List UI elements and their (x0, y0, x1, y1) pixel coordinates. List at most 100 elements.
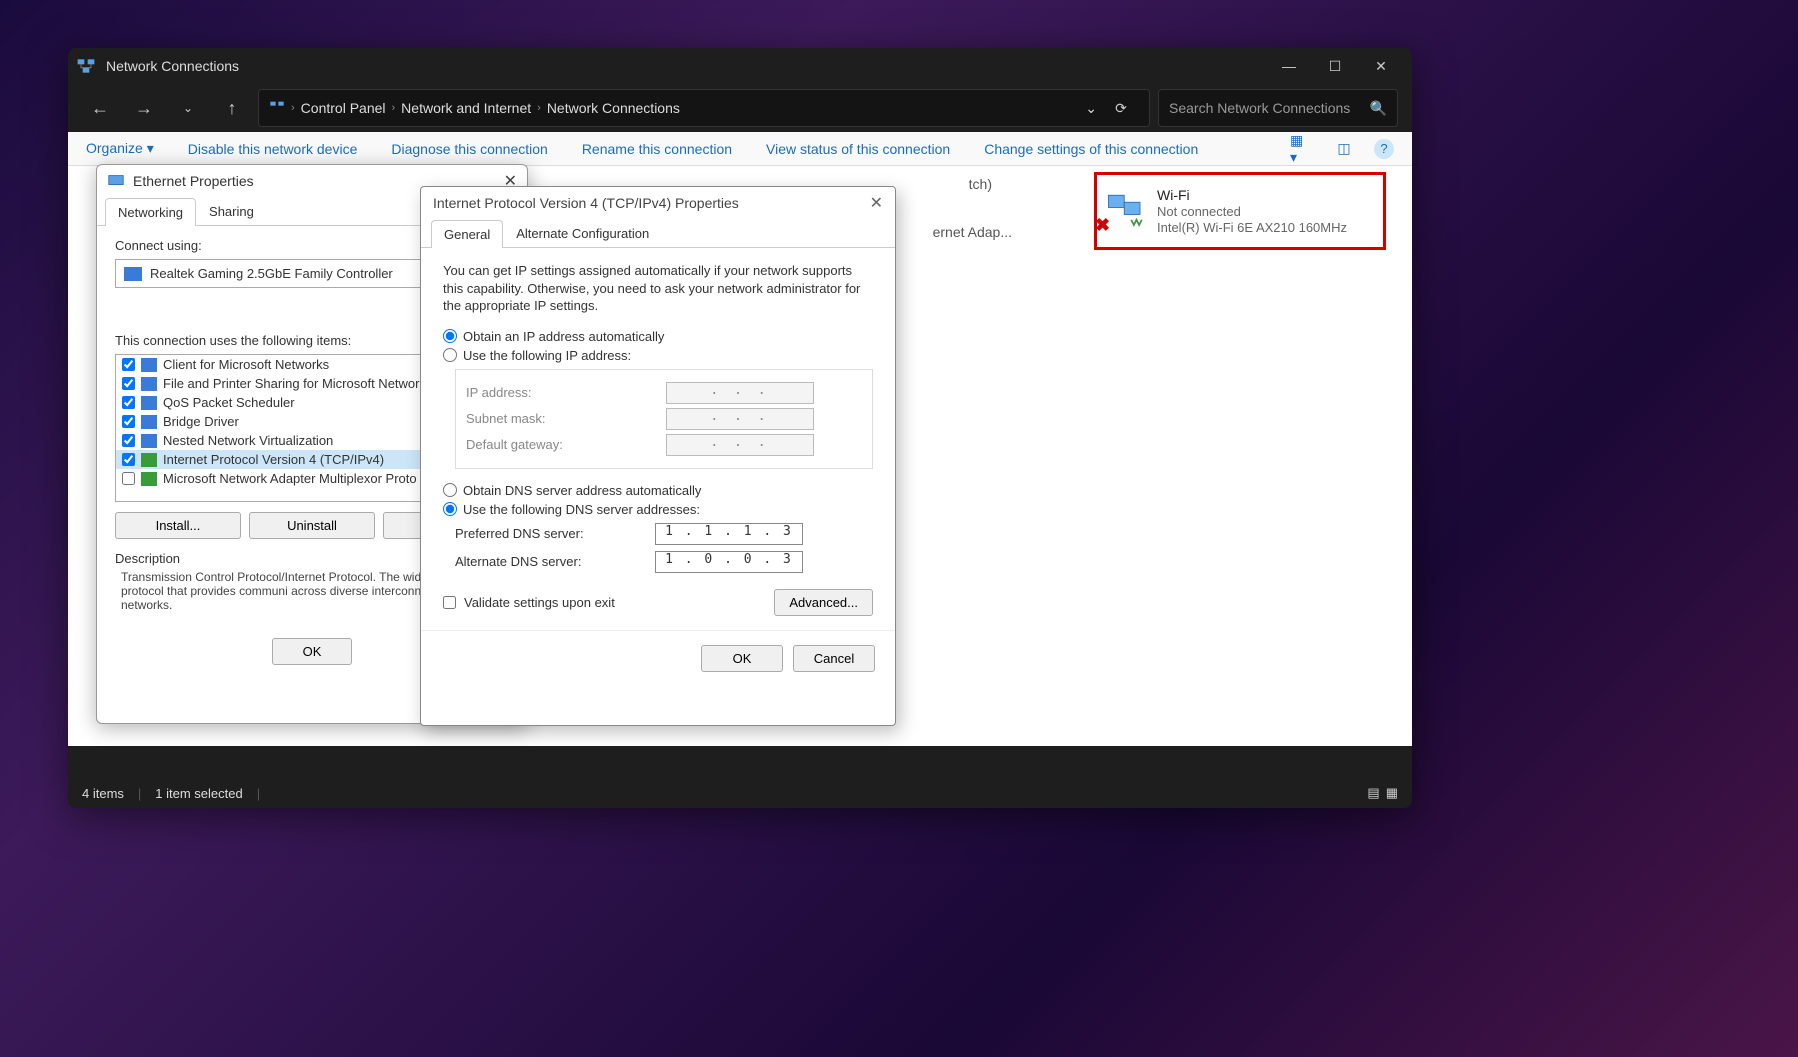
validate-label: Validate settings upon exit (464, 595, 615, 610)
protocol-icon (141, 415, 157, 429)
wifi-status: Not connected (1157, 204, 1347, 219)
tab-networking[interactable]: Networking (105, 198, 196, 226)
status-divider: | (257, 786, 260, 801)
wifi-name: Wi-Fi (1157, 187, 1347, 203)
radio-input[interactable] (443, 329, 457, 343)
chevron-right-icon: › (537, 102, 541, 114)
wifi-adapter-item[interactable]: ✖ Wi-Fi Not connected Intel(R) Wi-Fi 6E … (1094, 172, 1386, 250)
item-label: Bridge Driver (163, 414, 239, 429)
preview-pane-button[interactable]: ◫ (1332, 137, 1356, 161)
breadcrumb-root[interactable]: Control Panel (301, 100, 386, 116)
toolbar: Organize ▾ Disable this network device D… (68, 132, 1412, 166)
protocol-icon (141, 434, 157, 448)
status-item-count: 4 items (82, 786, 124, 801)
item-label: Nested Network Virtualization (163, 433, 333, 448)
alt-dns-label: Alternate DNS server: (455, 554, 655, 569)
validate-checkbox[interactable] (443, 596, 456, 609)
nav-row: ← → ⌄ ↑ › Control Panel › Network and In… (68, 84, 1412, 132)
radio-input[interactable] (443, 348, 457, 362)
refresh-button[interactable]: ⟳ (1103, 90, 1139, 126)
ok-button[interactable]: OK (701, 645, 783, 672)
tab-alternate[interactable]: Alternate Configuration (503, 219, 662, 247)
change-settings-link[interactable]: Change settings of this connection (984, 141, 1198, 157)
wifi-adapter: Intel(R) Wi-Fi 6E AX210 160MHz (1157, 220, 1347, 235)
tab-general[interactable]: General (431, 220, 503, 248)
install-button[interactable]: Install... (115, 512, 241, 539)
disable-device-link[interactable]: Disable this network device (188, 141, 358, 157)
search-placeholder: Search Network Connections (1169, 100, 1350, 116)
tabs: General Alternate Configuration (421, 219, 895, 248)
close-button[interactable]: ✕ (870, 193, 883, 213)
help-button[interactable]: ? (1374, 139, 1394, 159)
item-label: File and Printer Sharing for Microsoft N… (163, 376, 426, 391)
organize-menu[interactable]: Organize ▾ (86, 140, 154, 157)
view-status-link[interactable]: View status of this connection (766, 141, 950, 157)
tab-sharing[interactable]: Sharing (196, 197, 267, 225)
up-button[interactable]: ↑ (214, 90, 250, 126)
item-checkbox[interactable] (122, 377, 135, 390)
gateway-input: . . . (666, 434, 814, 456)
uninstall-button[interactable]: Uninstall (249, 512, 375, 539)
radio-input[interactable] (443, 483, 457, 497)
network-icon (76, 56, 96, 76)
chevron-down-icon[interactable]: ⌄ (1085, 100, 1097, 117)
protocol-icon (141, 453, 157, 467)
back-button[interactable]: ← (82, 90, 118, 126)
close-button[interactable]: ✕ (1358, 48, 1404, 84)
chevron-right-icon: › (291, 102, 295, 114)
search-input[interactable]: Search Network Connections 🔍 (1158, 89, 1398, 127)
cancel-button[interactable]: Cancel (793, 645, 875, 672)
dns-manual-radio[interactable]: Use the following DNS server addresses: (443, 502, 873, 517)
rename-link[interactable]: Rename this connection (582, 141, 732, 157)
protocol-icon (141, 377, 157, 391)
recent-button[interactable]: ⌄ (170, 90, 206, 126)
address-bar[interactable]: › Control Panel › Network and Internet ›… (258, 89, 1150, 127)
item-label: Microsoft Network Adapter Multiplexor Pr… (163, 471, 417, 486)
ip-auto-radio[interactable]: Obtain an IP address automatically (443, 329, 873, 344)
breadcrumb-leaf[interactable]: Network Connections (547, 100, 680, 116)
partial-adapter-text: tch) (969, 176, 992, 192)
minimize-button[interactable]: — (1266, 48, 1312, 84)
ip-manual-radio[interactable]: Use the following IP address: (443, 348, 873, 363)
dialog-title: Ethernet Properties (133, 173, 254, 189)
subnet-label: Subnet mask: (466, 411, 666, 426)
network-icon (269, 99, 285, 118)
forward-button[interactable]: → (126, 90, 162, 126)
dialog-title: Internet Protocol Version 4 (TCP/IPv4) P… (433, 195, 739, 211)
protocol-icon (141, 358, 157, 372)
view-options-button[interactable]: ▦ ▾ (1290, 137, 1314, 161)
advanced-button[interactable]: Advanced... (774, 589, 873, 616)
item-checkbox[interactable] (122, 396, 135, 409)
subnet-input: . . . (666, 408, 814, 430)
protocol-icon (141, 472, 157, 486)
breadcrumb-mid[interactable]: Network and Internet (401, 100, 531, 116)
pref-dns-label: Preferred DNS server: (455, 526, 655, 541)
status-divider: | (138, 786, 141, 801)
adapter-name: Realtek Gaming 2.5GbE Family Controller (150, 266, 393, 281)
ip-fields-group: IP address:. . . Subnet mask:. . . Defau… (455, 369, 873, 469)
radio-label: Obtain an IP address automatically (463, 329, 664, 344)
radio-input[interactable] (443, 502, 457, 516)
window-title: Network Connections (106, 58, 1266, 74)
status-selected-count: 1 item selected (155, 786, 242, 801)
protocol-icon (141, 396, 157, 410)
ok-button[interactable]: OK (272, 638, 352, 665)
radio-label: Use the following DNS server addresses: (463, 502, 700, 517)
item-checkbox[interactable] (122, 472, 135, 485)
title-bar: Network Connections — ☐ ✕ (68, 48, 1412, 84)
item-checkbox[interactable] (122, 358, 135, 371)
ipv4-properties-dialog: Internet Protocol Version 4 (TCP/IPv4) P… (420, 186, 896, 726)
dns-fields-group: Preferred DNS server:1 . 1 . 1 . 3 Alter… (455, 523, 873, 573)
pref-dns-input[interactable]: 1 . 1 . 1 . 3 (655, 523, 803, 545)
large-icons-view-button[interactable]: ▦ (1386, 785, 1398, 801)
gateway-label: Default gateway: (466, 437, 666, 452)
maximize-button[interactable]: ☐ (1312, 48, 1358, 84)
item-checkbox[interactable] (122, 434, 135, 447)
adapter-icon (124, 267, 142, 281)
alt-dns-input[interactable]: 1 . 0 . 0 . 3 (655, 551, 803, 573)
details-view-button[interactable]: ▤ (1367, 785, 1379, 801)
dns-auto-radio[interactable]: Obtain DNS server address automatically (443, 483, 873, 498)
diagnose-link[interactable]: Diagnose this connection (391, 141, 547, 157)
item-checkbox[interactable] (122, 453, 135, 466)
item-checkbox[interactable] (122, 415, 135, 428)
